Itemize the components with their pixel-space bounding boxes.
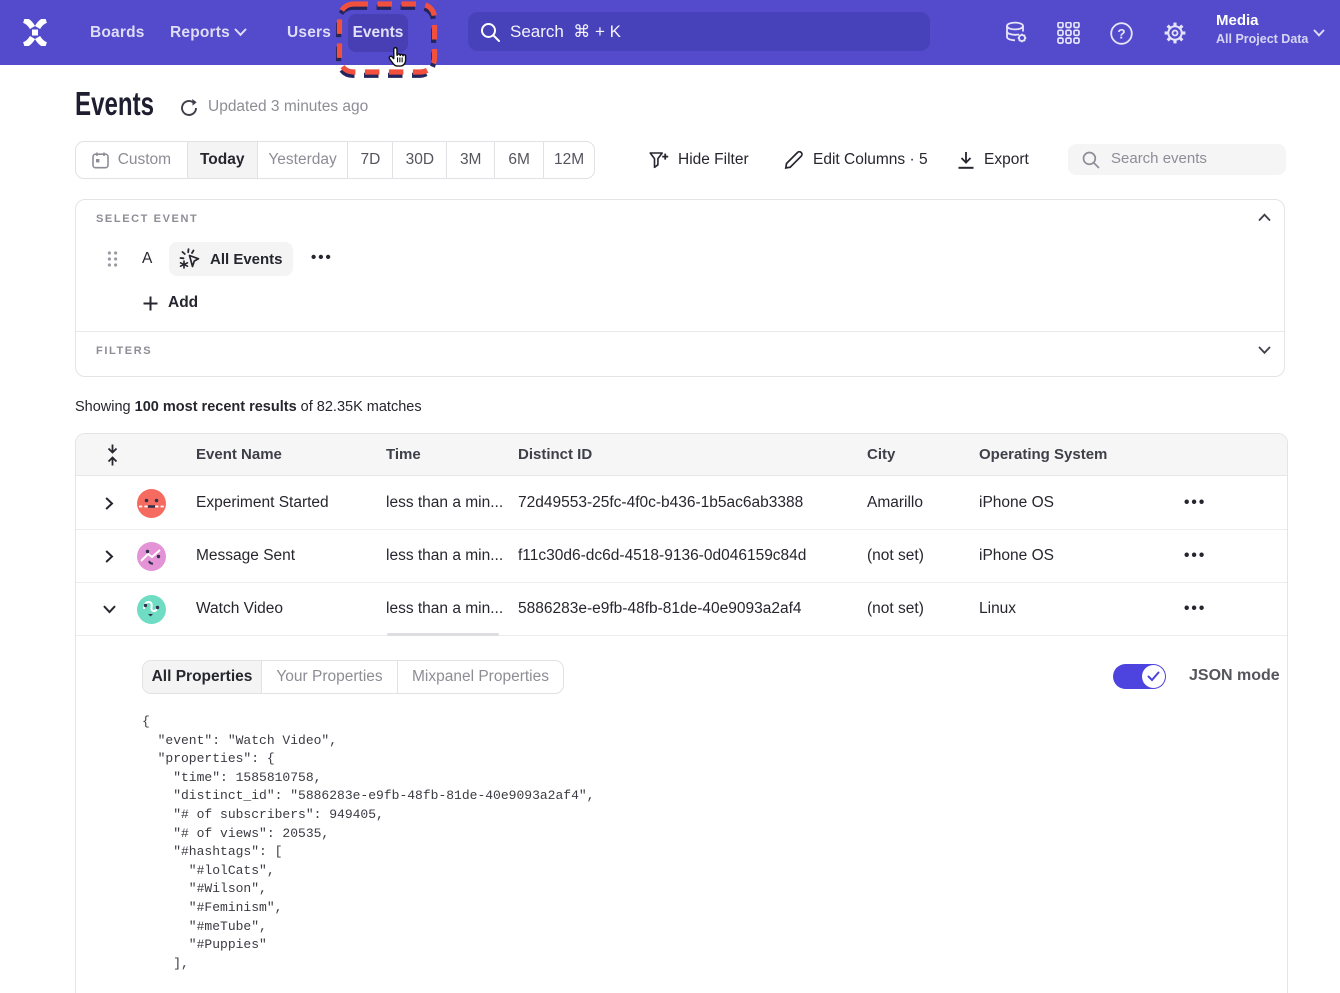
svg-text:?: ?: [1117, 26, 1125, 41]
